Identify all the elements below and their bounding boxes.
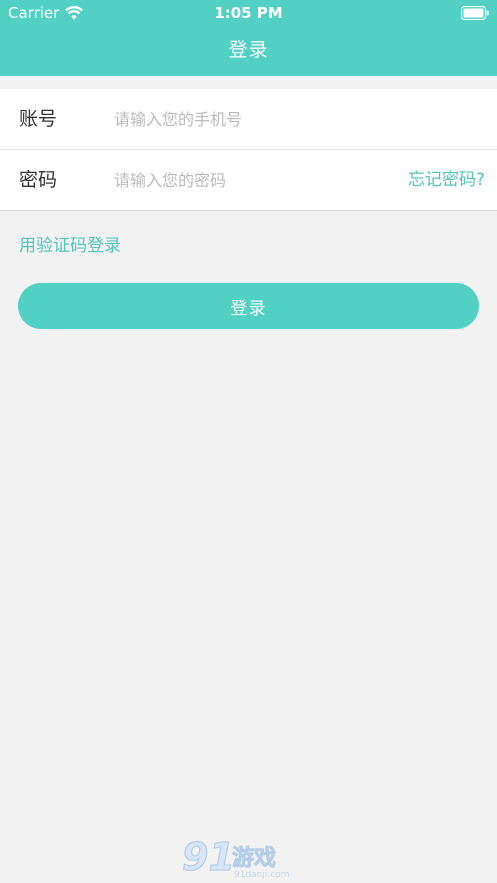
account-label: 账号 <box>19 108 58 130</box>
password-label: 密码 <box>19 169 58 191</box>
login-form: 账号 密码 忘记密码? <box>0 89 497 211</box>
login-button[interactable]: 登录 <box>18 283 479 329</box>
status-bar: Carrier 1:05 PM <box>0 0 497 26</box>
account-row: 账号 <box>0 89 497 150</box>
forgot-password-link[interactable]: 忘记密码? <box>408 169 485 191</box>
account-input[interactable] <box>114 105 384 133</box>
nav-bar: 登录 <box>0 26 497 76</box>
login-screen: Carrier 1:05 PM 登录 账号 请输入您的手机号 密码 忘记密码? … <box>0 0 497 883</box>
status-time: 1:05 PM <box>214 4 283 22</box>
watermark-site-text: 91danji.com <box>234 870 289 880</box>
password-row: 密码 忘记密码? <box>0 150 497 210</box>
watermark-logo: 91 游戏 91danji.com <box>180 832 318 880</box>
sms-code-login-link[interactable]: 用验证码登录 <box>19 235 121 257</box>
svg-text:91: 91 <box>182 835 235 879</box>
password-input[interactable] <box>114 166 384 194</box>
watermark-logo-text: 游戏 <box>232 845 276 871</box>
page-title: 登录 <box>228 39 269 61</box>
battery-icon <box>460 5 489 21</box>
